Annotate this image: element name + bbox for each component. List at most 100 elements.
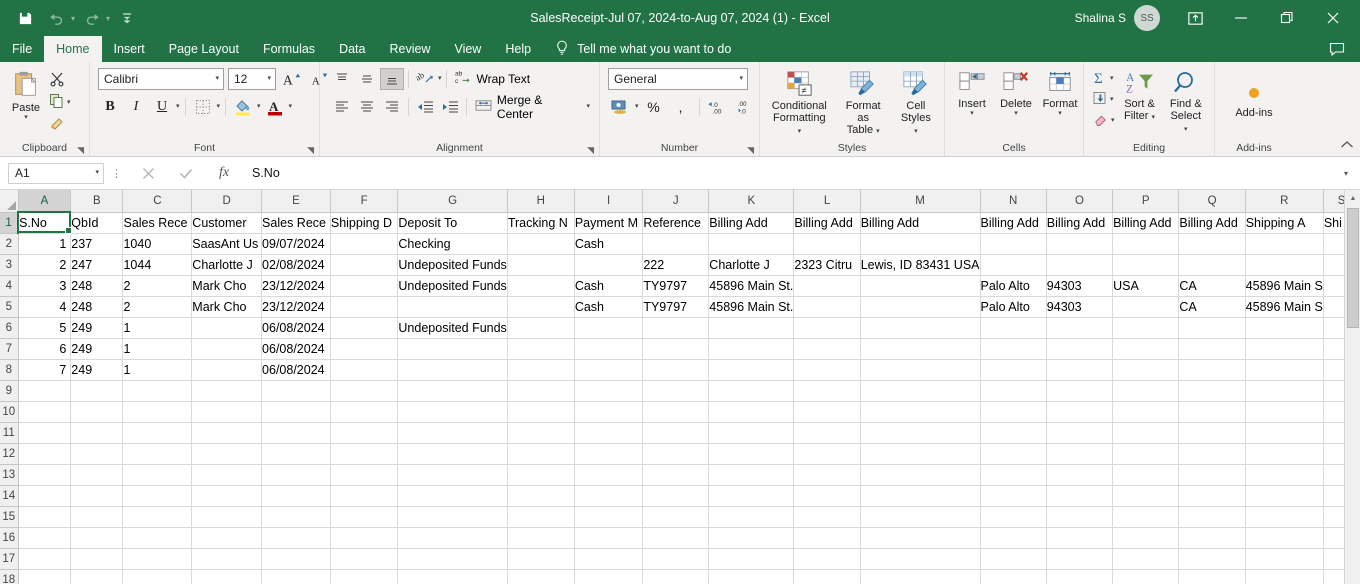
cell-Q11[interactable] — [1178, 422, 1246, 444]
cell-R9[interactable] — [1245, 380, 1324, 402]
cell-O9[interactable] — [1046, 380, 1114, 402]
cell-N2[interactable] — [980, 233, 1047, 255]
cell-J2[interactable] — [642, 233, 710, 255]
cell-H18[interactable] — [507, 569, 575, 584]
cell-D18[interactable] — [191, 569, 263, 584]
cell-O14[interactable] — [1046, 485, 1114, 507]
addins-button[interactable]: Add-ins — [1230, 83, 1277, 121]
cell-B13[interactable] — [70, 464, 124, 486]
cell-K9[interactable] — [708, 380, 795, 402]
cell-O8[interactable] — [1046, 359, 1114, 381]
cell-B4[interactable]: 248 — [70, 275, 124, 297]
cell-F11[interactable] — [330, 422, 399, 444]
cell-M14[interactable] — [860, 485, 981, 507]
tab-formulas[interactable]: Formulas — [251, 36, 327, 62]
cell-D5[interactable]: Mark Cho — [191, 296, 263, 318]
cell-F13[interactable] — [330, 464, 399, 486]
top-align-button[interactable] — [330, 68, 354, 90]
autosum-caret-icon[interactable]: ▾ — [1110, 75, 1114, 83]
row-header-10[interactable]: 10 — [0, 401, 19, 423]
cell-F10[interactable] — [330, 401, 399, 423]
conditional-formatting-caret-icon[interactable]: ▾ — [798, 128, 802, 135]
cell-R17[interactable] — [1245, 548, 1324, 570]
cell-D13[interactable] — [191, 464, 263, 486]
cell-P5[interactable] — [1112, 296, 1180, 318]
fill-caret-icon[interactable]: ▾ — [1110, 96, 1114, 104]
cell-F3[interactable] — [330, 254, 399, 276]
cell-D9[interactable] — [191, 380, 263, 402]
cell-B17[interactable] — [70, 548, 124, 570]
fill-color-caret-icon[interactable]: ▾ — [257, 103, 261, 111]
tell-me-box[interactable]: Tell me what you want to do — [543, 36, 743, 62]
cell-D12[interactable] — [191, 443, 263, 465]
restore-icon[interactable] — [1264, 0, 1310, 36]
cell-R6[interactable] — [1245, 317, 1324, 339]
cell-Q17[interactable] — [1178, 548, 1246, 570]
cell-J11[interactable] — [642, 422, 710, 444]
cell-D3[interactable]: Charlotte J — [191, 254, 263, 276]
cell-N3[interactable] — [980, 254, 1047, 276]
cell-I8[interactable] — [574, 359, 644, 381]
cell-C4[interactable]: 2 — [122, 275, 193, 297]
cell-I9[interactable] — [574, 380, 644, 402]
cell-E3[interactable]: 02/08/2024 — [261, 254, 331, 276]
cut-button[interactable] — [47, 70, 73, 91]
column-header-b[interactable]: B — [70, 190, 124, 213]
cell-G3[interactable]: Undeposited Funds — [397, 254, 508, 276]
cell-G17[interactable] — [397, 548, 508, 570]
cell-F18[interactable] — [330, 569, 399, 584]
increase-font-size-button[interactable]: A — [280, 68, 304, 90]
row-header-2[interactable]: 2 — [0, 233, 19, 255]
cell-F2[interactable] — [330, 233, 399, 255]
cell-K12[interactable] — [708, 443, 795, 465]
cell-L13[interactable] — [793, 464, 861, 486]
clear-button[interactable]: ▾ — [1090, 111, 1117, 130]
cell-J8[interactable] — [642, 359, 710, 381]
find-select-button[interactable]: Find & Select ▾ — [1163, 68, 1209, 136]
cell-D14[interactable] — [191, 485, 263, 507]
cell-N5[interactable]: Palo Alto — [980, 296, 1047, 318]
row-header-9[interactable]: 9 — [0, 380, 19, 402]
cell-P6[interactable] — [1112, 317, 1180, 339]
cell-B8[interactable]: 249 — [70, 359, 124, 381]
font-dialog-launcher-icon[interactable]: ◥ — [307, 146, 314, 155]
cell-L1[interactable]: Billing Add — [793, 212, 861, 234]
cell-L2[interactable] — [793, 233, 861, 255]
cell-M2[interactable] — [860, 233, 981, 255]
cell-I6[interactable] — [574, 317, 644, 339]
cell-A17[interactable] — [18, 548, 72, 570]
cell-E15[interactable] — [261, 506, 331, 528]
cell-C12[interactable] — [122, 443, 193, 465]
cell-F5[interactable] — [330, 296, 399, 318]
cell-M8[interactable] — [860, 359, 981, 381]
format-as-table-button[interactable]: Format as Table ▾ — [834, 68, 893, 138]
cell-P14[interactable] — [1112, 485, 1180, 507]
cell-M18[interactable] — [860, 569, 981, 584]
cell-R15[interactable] — [1245, 506, 1324, 528]
cell-L9[interactable] — [793, 380, 861, 402]
cell-A16[interactable] — [18, 527, 72, 549]
cell-O15[interactable] — [1046, 506, 1114, 528]
ribbon-display-options-icon[interactable] — [1172, 0, 1218, 36]
cell-J17[interactable] — [642, 548, 710, 570]
cell-I4[interactable]: Cash — [574, 275, 644, 297]
column-header-g[interactable]: G — [397, 190, 508, 213]
italic-button[interactable]: I — [124, 96, 148, 118]
cell-N8[interactable] — [980, 359, 1047, 381]
cell-O6[interactable] — [1046, 317, 1114, 339]
cell-N7[interactable] — [980, 338, 1047, 360]
cell-G10[interactable] — [397, 401, 508, 423]
cell-L3[interactable]: 2323 Citru — [793, 254, 861, 276]
cell-D8[interactable] — [191, 359, 263, 381]
column-header-a[interactable]: A — [18, 190, 72, 213]
cell-G1[interactable]: Deposit To — [397, 212, 508, 234]
alignment-dialog-launcher-icon[interactable]: ◥ — [587, 146, 594, 155]
cell-C17[interactable] — [122, 548, 193, 570]
row-header-1[interactable]: 1 — [0, 212, 20, 234]
cell-C14[interactable] — [122, 485, 193, 507]
cell-H4[interactable] — [507, 275, 575, 297]
cell-A13[interactable] — [18, 464, 72, 486]
tab-review[interactable]: Review — [377, 36, 442, 62]
cell-P16[interactable] — [1112, 527, 1180, 549]
cell-R18[interactable] — [1245, 569, 1324, 584]
